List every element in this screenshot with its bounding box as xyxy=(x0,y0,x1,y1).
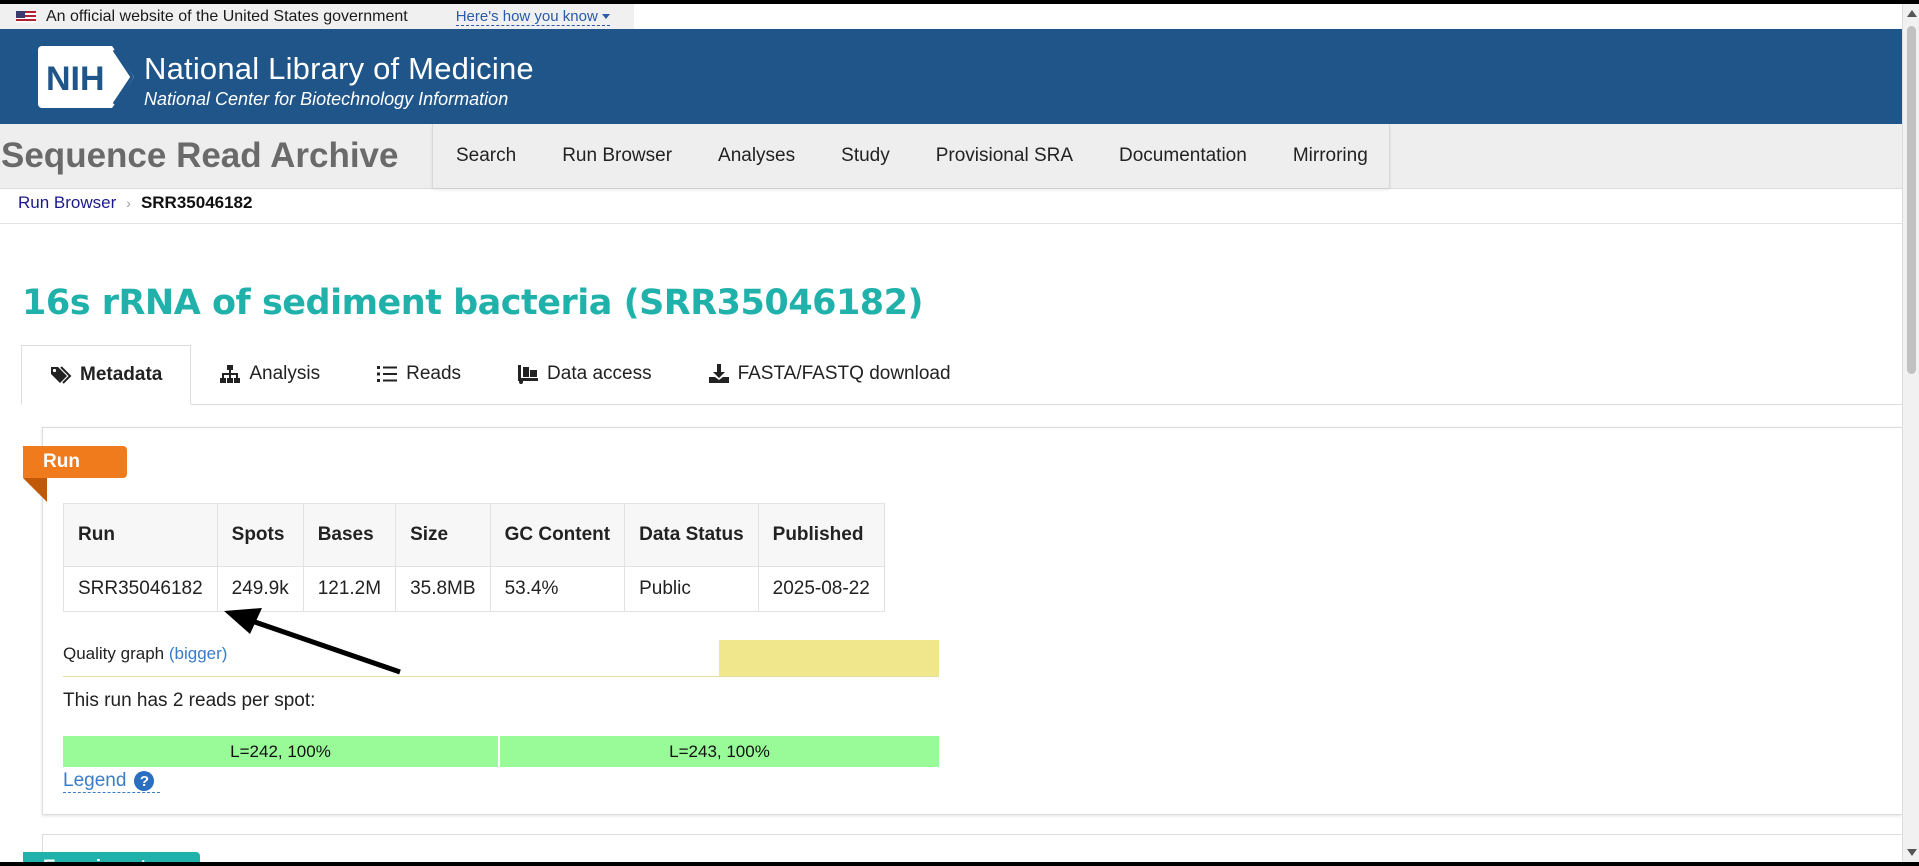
tab-analysis-label: Analysis xyxy=(249,363,321,384)
browser-viewport: An official website of the United States… xyxy=(0,4,1902,862)
tab-metadata-label: Metadata xyxy=(80,364,163,385)
scroll-up-icon[interactable] xyxy=(1907,10,1917,17)
run-table: Run Spots Bases Size GC Content Data Sta… xyxy=(63,503,885,612)
cell-spots: 249.9k xyxy=(216,566,304,612)
experiment-ribbon: Experiment xyxy=(23,852,200,862)
table-header-row: Run Spots Bases Size GC Content Data Sta… xyxy=(63,503,885,567)
tab-metadata[interactable]: Metadata xyxy=(21,345,192,405)
sitemap-icon xyxy=(220,365,241,383)
reads-bar: L=242, 100% L=243, 100% xyxy=(63,736,939,767)
tab-data-access-label: Data access xyxy=(547,363,652,384)
tab-fasta-download[interactable]: FASTA/FASTQ download xyxy=(680,344,979,404)
read-segment: L=242, 100% xyxy=(63,736,500,767)
tags-icon xyxy=(51,366,72,384)
experiment-panel: Experiment xyxy=(23,834,1902,862)
nlm-header: NIH National Library of Medicine Nationa… xyxy=(0,29,1902,124)
gov-banner: An official website of the United States… xyxy=(0,4,634,29)
tab-data-access[interactable]: Data access xyxy=(489,344,680,404)
col-data-status: Data Status xyxy=(624,503,759,567)
chevron-right-icon: › xyxy=(126,194,131,211)
sra-title[interactable]: Sequence Read Archive xyxy=(1,136,398,176)
question-circle-icon: ? xyxy=(134,771,155,791)
legend-toggle[interactable]: Legend ? xyxy=(63,770,161,793)
run-ribbon: Run xyxy=(23,446,127,502)
truck-loading-icon xyxy=(518,365,539,384)
col-gc-content: GC Content xyxy=(489,503,626,567)
nav-mirroring[interactable]: Mirroring xyxy=(1293,145,1368,167)
gov-banner-text: An official website of the United States… xyxy=(46,7,408,25)
breadcrumb-current: SRR35046182 xyxy=(140,192,253,212)
legend-label: Legend xyxy=(63,770,127,791)
quality-graph-bar xyxy=(719,640,939,676)
cell-size: 35.8MB xyxy=(395,566,491,612)
quality-graph-label: Quality graph (bigger) xyxy=(63,644,227,664)
cell-published: 2025-08-22 xyxy=(757,566,885,612)
nlm-title[interactable]: National Library of Medicine xyxy=(144,51,534,87)
scrollbar-thumb[interactable] xyxy=(1907,26,1916,374)
read-segment: L=243, 100% xyxy=(500,736,939,767)
us-flag-icon xyxy=(16,10,36,23)
cell-run: SRR35046182 xyxy=(63,566,218,612)
quality-graph: Quality graph (bigger) xyxy=(63,640,939,677)
how-you-know-label: Here's how you know xyxy=(455,7,598,25)
col-spots: Spots xyxy=(216,503,304,567)
caret-down-icon xyxy=(601,14,610,20)
page-title: 16s rRNA of sediment bacteria (SRR350461… xyxy=(22,283,924,323)
breadcrumb: Run Browser › SRR35046182 xyxy=(0,182,1902,224)
cell-bases: 121.2M xyxy=(302,566,397,612)
cell-data-status: Public xyxy=(624,566,759,612)
nav-analyses[interactable]: Analyses xyxy=(718,145,795,167)
nav-study[interactable]: Study xyxy=(841,145,890,167)
nav-search[interactable]: Search xyxy=(456,145,516,167)
sra-nav: Search Run Browser Analyses Study Provis… xyxy=(432,124,1390,188)
tab-fasta-download-label: FASTA/FASTQ download xyxy=(737,363,951,384)
breadcrumb-run-browser[interactable]: Run Browser xyxy=(18,193,116,213)
col-bases: Bases xyxy=(302,503,397,567)
nih-logo-text: NIH xyxy=(46,60,105,98)
reads-per-spot-text: This run has 2 reads per spot: xyxy=(63,690,316,711)
tab-reads[interactable]: Reads xyxy=(348,344,489,404)
table-row: SRR35046182 249.9k 121.2M 35.8MB 53.4% P… xyxy=(63,566,885,612)
quality-bigger-link[interactable]: (bigger) xyxy=(169,644,228,663)
tab-reads-label: Reads xyxy=(406,363,462,384)
how-you-know-toggle[interactable]: Here's how you know xyxy=(455,7,610,26)
nav-documentation[interactable]: Documentation xyxy=(1119,145,1247,167)
col-run: Run xyxy=(63,503,218,567)
sra-bar: Sequence Read Archive Search Run Browser… xyxy=(0,124,1902,189)
tab-analysis[interactable]: Analysis xyxy=(191,344,348,404)
nav-run-browser[interactable]: Run Browser xyxy=(562,145,672,167)
cell-gc-content: 53.4% xyxy=(489,566,626,612)
download-icon xyxy=(708,364,729,383)
vertical-scrollbar[interactable] xyxy=(1902,4,1919,862)
tab-bar: Metadata Analysis Reads Data access FAST… xyxy=(21,345,1902,405)
quality-graph-text: Quality graph xyxy=(63,644,165,663)
nlm-subtitle: National Center for Biotechnology Inform… xyxy=(144,89,509,109)
run-panel: Run Run Spots Bases Size GC Content Data… xyxy=(23,427,1902,815)
nav-provisional-sra[interactable]: Provisional SRA xyxy=(936,145,1073,167)
list-icon xyxy=(377,366,398,382)
col-size: Size xyxy=(395,503,491,567)
nih-logo[interactable]: NIH xyxy=(38,46,134,108)
scroll-down-icon[interactable] xyxy=(1907,849,1917,856)
col-published: Published xyxy=(757,503,885,567)
